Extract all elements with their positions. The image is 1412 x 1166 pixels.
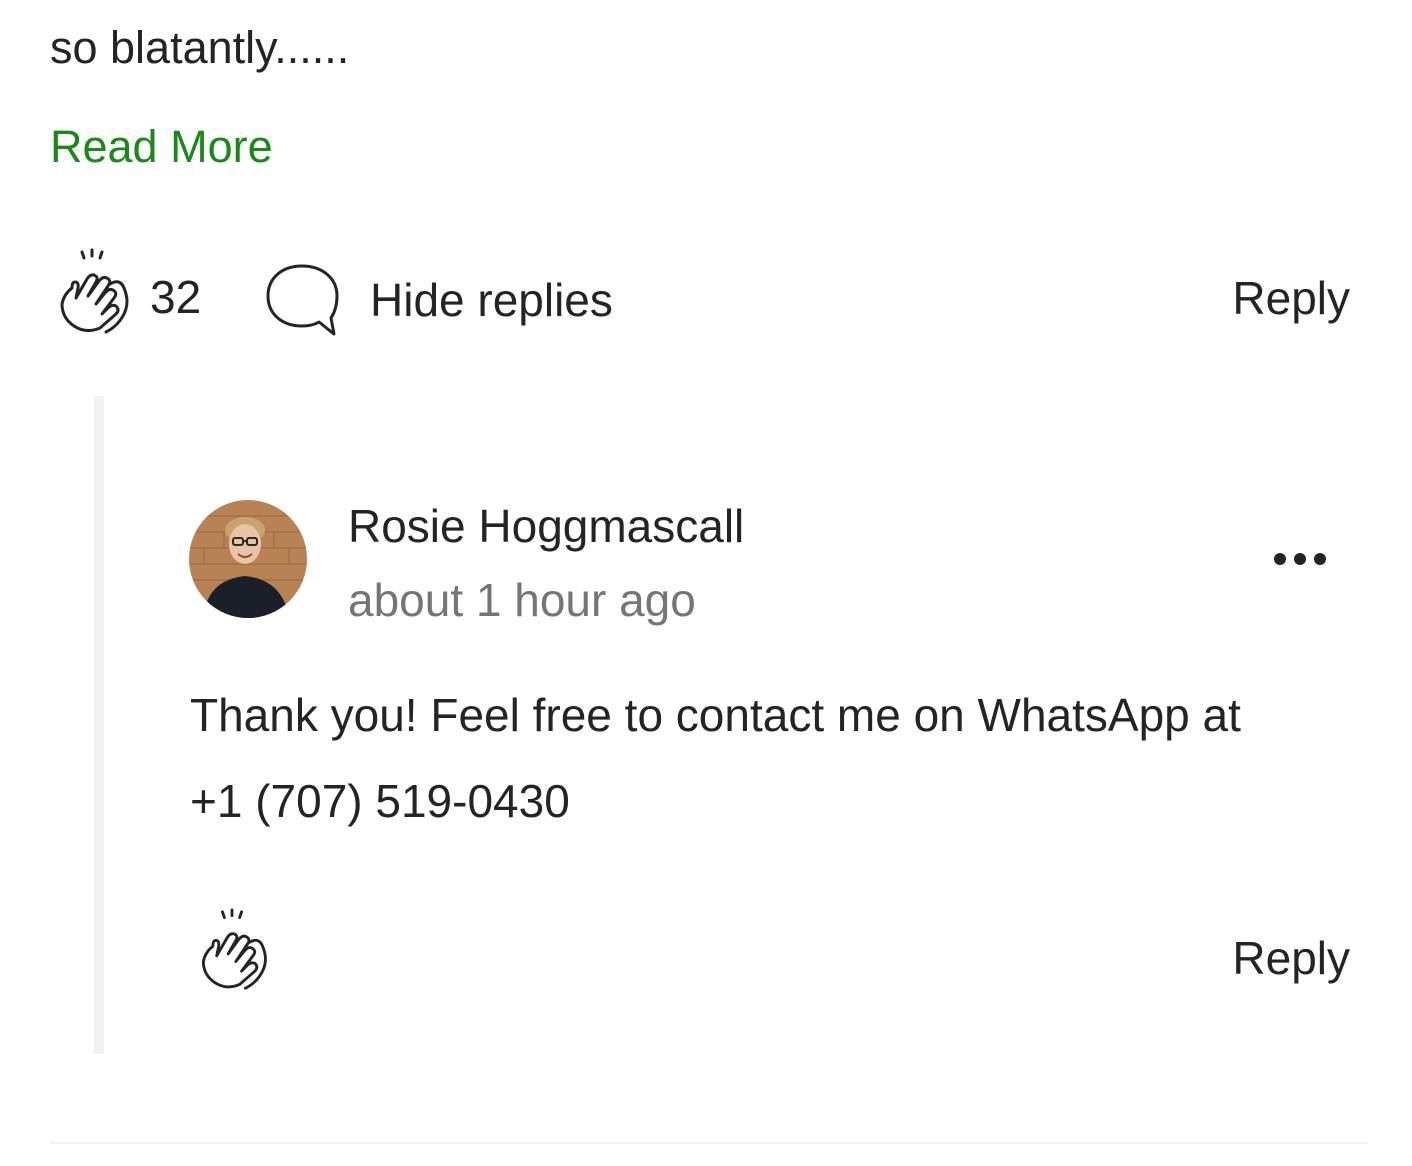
reply-button[interactable]: Reply [1232, 268, 1350, 328]
reply-timestamp: about 1 hour ago [348, 574, 696, 626]
hide-replies-label: Hide replies [370, 274, 613, 326]
reply-clap-button[interactable] [190, 908, 274, 994]
avatar[interactable] [189, 500, 307, 618]
hide-replies-button[interactable]: Hide replies [262, 258, 662, 342]
more-options-icon [1274, 553, 1326, 565]
clap-count: 32 [150, 271, 202, 323]
clap-button[interactable] [50, 248, 134, 338]
clap-icon [60, 248, 129, 334]
avatar-photo [189, 500, 307, 618]
author-name[interactable]: Rosie Hoggmascall [348, 496, 744, 556]
divider [50, 1142, 1368, 1144]
comment-text-tail: so blatantly...... [50, 22, 350, 73]
read-more-link[interactable]: Read More [50, 118, 273, 176]
reply-text-line-1: Thank you! Feel free to contact me on Wh… [190, 689, 1241, 741]
thread-line [94, 396, 104, 1054]
more-options-button[interactable] [1262, 536, 1338, 582]
comment-action-bar: 32 Hide replies Reply [50, 244, 1350, 354]
reply-to-reply-button[interactable]: Reply [1232, 928, 1350, 988]
reply-text: Thank you! Feel free to contact me on Wh… [190, 672, 1370, 844]
reply-text-line-2: +1 (707) 519-0430 [190, 775, 570, 827]
speech-bubble-icon [266, 264, 339, 336]
clap-icon [201, 908, 267, 990]
